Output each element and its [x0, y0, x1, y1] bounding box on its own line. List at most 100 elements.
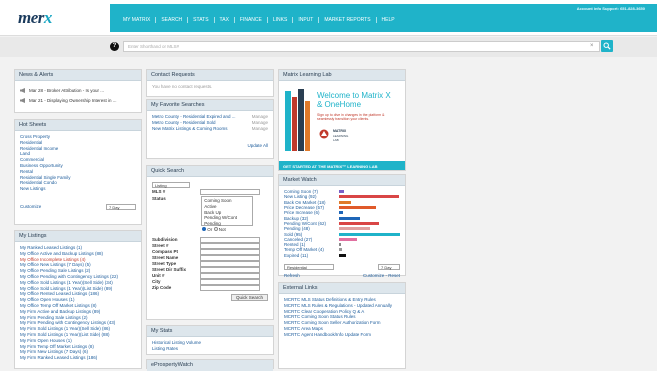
favorite-search-link[interactable]: New Matrix Listings & Coming Rooms — [152, 126, 228, 132]
zip-code-input[interactable] — [200, 284, 260, 291]
nav-help[interactable]: HELP — [377, 17, 400, 23]
market-watch-bar — [339, 216, 360, 220]
market-watch-bar — [339, 206, 377, 210]
promo-subtext: Sign up to dive in changes in the platfo… — [317, 113, 385, 121]
status-multiselect[interactable]: Coming Soon Active Back Up Pending W/Con… — [201, 196, 254, 226]
nav-market-reports[interactable]: MARKET REPORTS — [319, 17, 377, 23]
market-watch-label[interactable]: Back On Market (18) — [284, 200, 339, 205]
matrix-logo-icon — [319, 129, 329, 139]
megaphone-icon — [20, 98, 25, 104]
market-watch-bar — [339, 243, 341, 247]
learning-lab-banner[interactable]: Welcome to Matrix X & OneHome Sign up to … — [279, 81, 405, 170]
external-link[interactable]: MCRTC MLS Rules & Regulations - Updated … — [284, 303, 400, 309]
panel-title: Market Watch — [279, 175, 405, 186]
status-label: Status — [152, 196, 166, 201]
favorite-search-row: New Matrix Listings & Coming Rooms Manage — [152, 126, 268, 132]
panel-title: External Links — [279, 283, 405, 294]
market-watch-row[interactable]: Expired (11) — [284, 253, 400, 258]
megaphone-icon — [20, 88, 25, 94]
news-alerts-panel: News & Alerts Mar 28 - Broker Attributio… — [14, 69, 142, 113]
listing-link[interactable]: My Firm Ranked Leased Listings (186) — [20, 355, 136, 361]
city-label: City — [152, 278, 161, 284]
mls-input[interactable] — [200, 189, 260, 195]
street-dir-suffix-label: Street Dir Suffix — [152, 266, 187, 272]
market-watch-panel: Market Watch Coming Soon (7) New Listing … — [278, 174, 406, 278]
hotsheet-days-select[interactable]: 7 Day — [106, 203, 136, 210]
search-input[interactable]: Enter Shorthand or MLS# — [123, 41, 600, 52]
promo-headline: Welcome to Matrix X & OneHome — [317, 91, 391, 109]
hotsheet-link[interactable]: New Listings — [20, 186, 136, 192]
nav-input[interactable]: INPUT — [293, 17, 320, 23]
manage-link[interactable]: Manage — [252, 126, 268, 132]
nav-search[interactable]: SEARCH — [156, 17, 189, 23]
nav-links[interactable]: LINKS — [268, 17, 294, 23]
nav-finance[interactable]: FINANCE — [235, 17, 268, 23]
market-watch-label[interactable]: New Listing (92) — [284, 194, 339, 199]
market-watch-label[interactable]: Canceled (27) — [284, 237, 339, 242]
nav-band: Account info Support: 651-828-3650 MY MA… — [110, 4, 657, 32]
update-all-link[interactable]: Update All — [247, 143, 268, 148]
top-bar: merx Account info Support: 651-828-3650 … — [0, 0, 657, 36]
market-watch-label[interactable]: Backup (32) — [284, 216, 339, 221]
main-nav: MY MATRIX SEARCH STATS TAX FINANCE LINKS… — [118, 17, 400, 23]
external-link[interactable]: MCRTC Agent Handbook/Info Update Form — [284, 332, 400, 338]
quick-search-panel: Quick Search Listing MLS # Status Coming… — [146, 165, 274, 320]
learning-lab-cta[interactable]: GET STARTED AT THE MATRIX™ LEARNING LAB — [279, 161, 405, 170]
not-radio[interactable] — [213, 227, 218, 231]
compass-point-label: Compass Pt — [152, 248, 179, 254]
logo[interactable]: merx — [18, 8, 52, 28]
external-links-panel: External Links MCRTC MLS Status Definiti… — [278, 282, 406, 369]
market-watch-bar — [339, 248, 342, 252]
market-watch-label[interactable]: Coming Soon (7) — [284, 189, 339, 194]
panel-title: My Listings — [15, 231, 141, 242]
unit-number-label: Unit # — [152, 272, 165, 278]
search-button[interactable] — [601, 40, 613, 52]
learning-lab-panel: Matrix Learning Lab Welcome to Matrix X &… — [278, 69, 406, 171]
contact-empty-text: You have no contact requests. — [152, 84, 213, 89]
street-type-label: Street Type — [152, 260, 177, 266]
market-watch-bar — [339, 253, 347, 257]
market-watch-label[interactable]: Price Decrease (57) — [284, 205, 339, 210]
market-watch-bar — [339, 211, 343, 215]
property-type-select[interactable]: Residential — [284, 263, 334, 270]
market-watch-label[interactable]: Price Increase (6) — [284, 210, 339, 215]
customize-reset-link[interactable]: Customize - Reset — [363, 273, 400, 278]
contact-requests-panel: Contact Requests You have no contact req… — [146, 69, 274, 97]
panel-title: Matrix Learning Lab — [279, 70, 405, 81]
market-watch-bar — [339, 195, 400, 199]
not-radio-label: Not — [218, 227, 226, 232]
zip-code-label: Zip Code — [152, 284, 172, 290]
refresh-link[interactable]: Refresh — [284, 273, 300, 278]
quick-search-button[interactable]: Quick Search — [230, 293, 268, 301]
search-icon — [603, 42, 611, 50]
clear-icon[interactable]: × — [590, 43, 594, 49]
help-icon[interactable]: ? — [110, 42, 119, 51]
news-item[interactable]: Mar 21 - Displaying Ownership Interest i… — [20, 98, 136, 104]
market-watch-label[interactable]: Expired (11) — [284, 253, 339, 258]
listing-type-select[interactable]: Listing — [152, 182, 190, 188]
nav-tax[interactable]: TAX — [215, 17, 235, 23]
market-days-select[interactable]: 7 Day — [378, 263, 400, 270]
market-watch-label[interactable]: Pending (48) — [284, 226, 339, 231]
market-watch-label[interactable]: Rented (1) — [284, 242, 339, 247]
news-item[interactable]: Mar 28 - Broker Attribution - Is your ..… — [20, 88, 136, 94]
market-watch-label[interactable]: Sold (95) — [284, 232, 339, 237]
or-radio-label: Or — [207, 227, 213, 232]
mls-label: MLS # — [152, 189, 166, 195]
market-watch-label[interactable]: Temp Off Market (4) — [284, 247, 339, 252]
market-watch-label[interactable]: Pending W/Cont (62) — [284, 221, 339, 226]
panel-title: My Favorite Searches — [147, 100, 273, 111]
or-radio[interactable] — [202, 227, 206, 231]
market-watch-bar — [339, 200, 351, 204]
my-listings-panel: My Listings My Ranked Leased Listings (1… — [14, 230, 142, 369]
my-stats-panel: My Stats Historical Listing Volume Listi… — [146, 325, 274, 355]
street-number-label: Street # — [152, 242, 169, 248]
property-watch-panel: eProspertyWatch — [146, 359, 274, 371]
nav-my-matrix[interactable]: MY MATRIX — [118, 17, 157, 23]
market-watch-bar — [338, 232, 400, 236]
account-info[interactable]: Account info Support: 651-828-3650 — [577, 6, 645, 11]
nav-stats[interactable]: STATS — [188, 17, 215, 23]
customize-link[interactable]: Customize — [20, 204, 41, 210]
market-watch-bar — [339, 227, 371, 231]
stats-link[interactable]: Listing Rates — [152, 346, 268, 352]
